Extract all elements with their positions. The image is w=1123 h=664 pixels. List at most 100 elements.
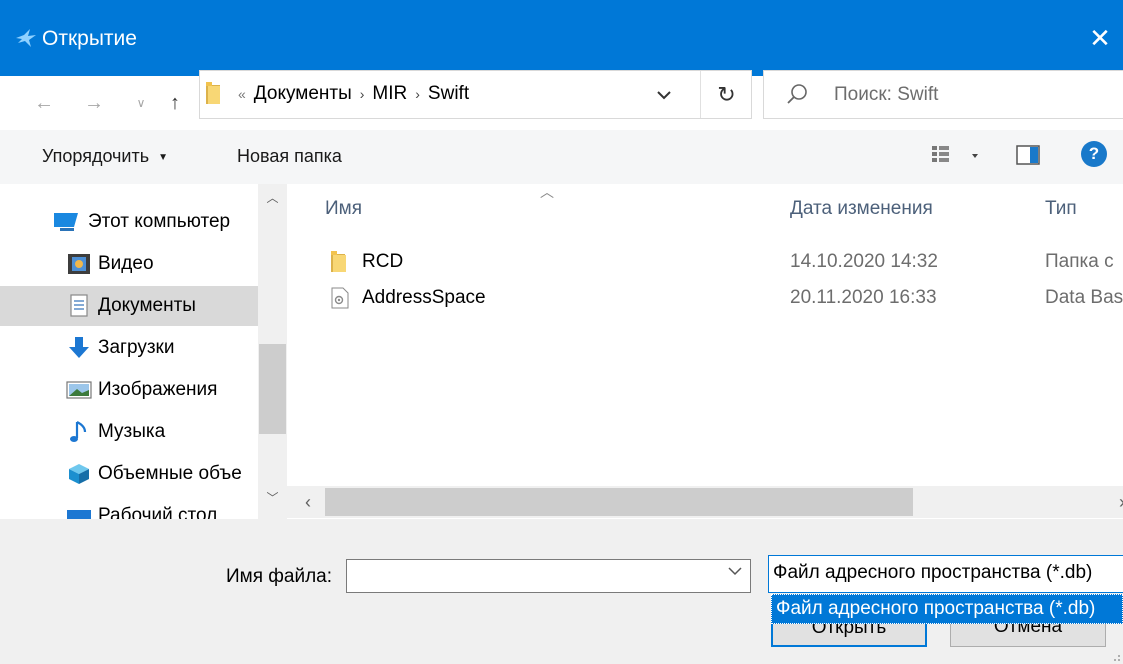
arrow-left-icon: ← [34, 91, 54, 114]
file-type: Data Bas [1045, 287, 1123, 308]
chevron-down-icon: ∨ [136, 96, 146, 110]
chevron-down-icon: ﹀ [266, 490, 279, 505]
breadcrumb-mir[interactable]: MIR [372, 83, 407, 105]
chevron-up-icon: ︿ [266, 190, 279, 205]
chevron-down-icon[interactable] [728, 567, 742, 576]
file-list: ︿ Имя Дата изменения Тип RCD 14.10.2020 … [287, 184, 1123, 519]
up-button[interactable]: ↑ [162, 88, 188, 118]
file-name: AddressSpace [362, 287, 486, 308]
recent-locations-button[interactable]: ∨ [130, 88, 152, 118]
breadcrumb-documents[interactable]: Документы [254, 83, 352, 105]
breadcrumb: « Документы › MIR › Swift [238, 83, 469, 105]
folder-icon [206, 82, 220, 104]
chevron-right-icon: › [1119, 492, 1123, 513]
file-name: RCD [362, 251, 404, 272]
scrollbar-thumb[interactable] [325, 488, 913, 516]
swift-bird-icon [16, 29, 36, 47]
sidebar-item-this-pc[interactable]: Этот компьютер [0, 202, 258, 242]
refresh-button[interactable]: ↻ [700, 71, 752, 118]
back-button[interactable]: ← [30, 88, 58, 118]
computer-icon [54, 213, 78, 231]
file-row[interactable]: RCD 14.10.2020 14:32 Папка с [287, 245, 1123, 279]
window-title: Открытие [42, 27, 137, 50]
preview-pane-button[interactable] [1016, 144, 1040, 166]
dialog-footer: Имя файла: Открыть Отмена Файл адресного… [0, 519, 1123, 664]
sidebar-item-desktop[interactable]: Рабочий стол [0, 496, 258, 519]
title-bar: Открытие ✕ [0, 0, 1123, 76]
sidebar-item-3d-objects[interactable]: Объемные объе [0, 454, 258, 494]
sidebar-item-pictures[interactable]: Изображения [0, 370, 258, 410]
sidebar-item-video[interactable]: Видео [0, 244, 258, 284]
breadcrumb-overflow[interactable]: « [238, 86, 246, 102]
help-button[interactable]: ? [1081, 141, 1107, 167]
database-file-icon [331, 287, 349, 309]
file-type: Папка с [1045, 251, 1114, 272]
sort-indicator-icon: ︿ [540, 184, 554, 200]
filename-combobox[interactable] [346, 559, 751, 593]
filename-label: Имя файла: [226, 566, 333, 587]
organize-button[interactable]: Упорядочить ▼ [42, 146, 168, 167]
forward-button[interactable]: → [80, 88, 108, 118]
pictures-icon [66, 381, 92, 399]
sidebar-item-downloads[interactable]: Загрузки [0, 328, 258, 368]
column-header-name[interactable]: Имя [325, 198, 362, 220]
chevron-right-icon[interactable]: › [415, 86, 420, 102]
3d-objects-icon [69, 464, 89, 484]
refresh-icon: ↻ [717, 81, 736, 107]
column-header-type[interactable]: Тип [1045, 198, 1077, 220]
change-view-button[interactable] [928, 142, 984, 170]
command-toolbar: Упорядочить ▼ Новая папка ? [0, 130, 1123, 184]
folder-icon [331, 251, 346, 272]
downloads-icon [69, 337, 89, 358]
navigation-pane-scrollbar[interactable]: ︿ ﹀ [258, 184, 287, 519]
sidebar-item-label: Изображения [98, 379, 218, 400]
sidebar-item-label: Этот компьютер [88, 211, 231, 232]
music-icon [70, 421, 87, 442]
desktop-icon [67, 510, 91, 519]
file-date: 14.10.2020 14:32 [790, 251, 938, 272]
sidebar-item-documents[interactable]: Документы [0, 286, 258, 326]
scroll-down-button[interactable]: ﹀ [258, 484, 287, 510]
resize-grip-icon[interactable] [1109, 650, 1121, 662]
file-list-scrollbar[interactable]: ‹ › [287, 486, 1123, 518]
address-bar[interactable]: « Документы › MIR › Swift ↻ [199, 70, 752, 119]
chevron-down-icon [657, 90, 671, 99]
chevron-right-icon[interactable]: › [360, 86, 365, 102]
file-date: 20.11.2020 16:33 [790, 287, 937, 308]
arrow-up-icon: ↑ [170, 91, 180, 114]
new-folder-button[interactable]: Новая папка [237, 146, 342, 167]
sidebar-item-label: Музыка [98, 421, 166, 442]
filename-input[interactable] [351, 563, 721, 589]
chevron-left-icon: ‹ [305, 491, 311, 512]
scroll-up-button[interactable]: ︿ [258, 184, 287, 210]
column-header-date[interactable]: Дата изменения [790, 198, 933, 220]
scrollbar-thumb[interactable] [259, 344, 286, 434]
scroll-left-button[interactable]: ‹ [293, 486, 323, 518]
scroll-right-button[interactable]: › [1107, 486, 1123, 518]
file-type-filter-option[interactable]: Файл адресного пространства (*.db) [771, 594, 1123, 624]
arrow-right-icon: → [84, 91, 104, 114]
file-row[interactable]: AddressSpace 20.11.2020 16:33 Data Bas [287, 281, 1123, 315]
breadcrumb-swift[interactable]: Swift [428, 83, 469, 105]
video-icon [68, 254, 90, 274]
search-box[interactable] [763, 70, 1123, 119]
search-icon [787, 84, 807, 104]
sidebar-item-label: Рабочий стол [98, 505, 218, 519]
address-dropdown-button[interactable] [653, 84, 675, 106]
sidebar-item-label: Загрузки [98, 337, 175, 358]
close-icon: ✕ [1089, 22, 1111, 53]
sidebar-item-label: Видео [98, 253, 154, 274]
sidebar-item-label: Объемные объе [98, 463, 242, 484]
organize-label: Упорядочить [42, 146, 150, 166]
close-button[interactable]: ✕ [1077, 0, 1123, 76]
documents-icon [70, 294, 88, 317]
preview-pane-icon [1016, 145, 1040, 165]
caret-down-icon: ▼ [158, 151, 169, 163]
sidebar-item-label: Документы [98, 295, 196, 316]
search-input[interactable] [834, 81, 1104, 109]
help-icon: ? [1088, 144, 1100, 163]
details-view-icon [932, 146, 978, 162]
sidebar-item-music[interactable]: Музыка [0, 412, 258, 452]
file-type-filter[interactable]: Файл адресного пространства (*.db) [768, 555, 1123, 593]
navigation-pane: Этот компьютер Видео Документы Загрузки [0, 184, 287, 519]
